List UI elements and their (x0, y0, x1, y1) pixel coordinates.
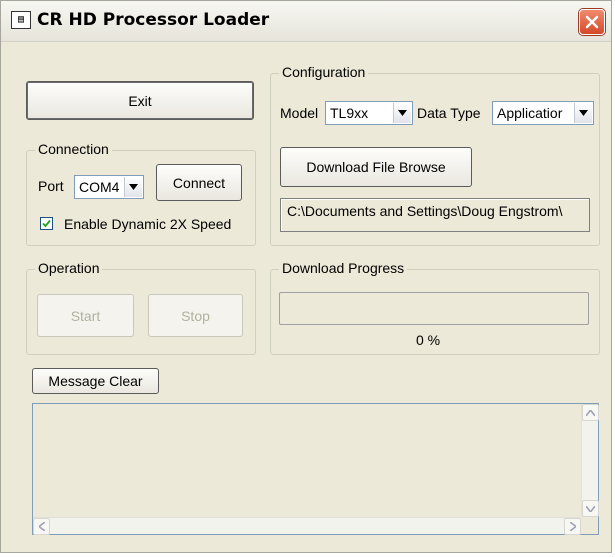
scroll-up-button[interactable] (582, 404, 599, 421)
exit-button[interactable]: Exit (26, 81, 254, 120)
close-button[interactable] (579, 9, 605, 35)
checkmark-icon (42, 219, 51, 228)
data-type-label: Data Type (417, 105, 481, 121)
download-progress-legend: Download Progress (279, 260, 408, 276)
message-clear-button[interactable]: Message Clear (32, 368, 159, 394)
horizontal-scrollbar[interactable] (33, 517, 581, 535)
model-label: Model (280, 105, 319, 121)
chevron-down-icon[interactable] (124, 177, 142, 197)
stop-button[interactable]: Stop (148, 294, 243, 337)
data-type-value: Applicatior (497, 105, 563, 121)
configuration-group: Configuration Model TL9xx Data Type Appl… (270, 64, 600, 246)
start-button[interactable]: Start (37, 294, 134, 337)
chevron-left-icon (38, 522, 45, 531)
scroll-right-button[interactable] (564, 518, 581, 535)
download-progress-bar (279, 292, 589, 325)
operation-group: Operation Start Stop (26, 260, 256, 355)
app-window: ▤ CR HD Processor Loader Exit Connection… (0, 0, 612, 553)
chevron-down-icon[interactable] (574, 103, 592, 123)
chevron-down-icon[interactable] (393, 103, 411, 123)
message-log[interactable] (32, 403, 599, 535)
close-icon (585, 15, 599, 29)
vertical-scrollbar[interactable] (581, 404, 599, 517)
model-select[interactable]: TL9xx (325, 101, 413, 125)
download-browse-button[interactable]: Download File Browse (280, 147, 472, 187)
chevron-down-icon (586, 505, 595, 512)
file-path-field[interactable]: C:\Documents and Settings\Doug Engstrom\ (280, 198, 590, 232)
dynamic-speed-checkbox[interactable] (40, 217, 53, 230)
operation-legend: Operation (35, 260, 103, 276)
download-progress-group: Download Progress 0 % (270, 260, 600, 355)
scroll-down-button[interactable] (582, 500, 599, 517)
progress-percent-text: 0 % (416, 332, 441, 348)
scroll-left-button[interactable] (33, 518, 50, 535)
dynamic-speed-label: Enable Dynamic 2X Speed (64, 216, 232, 232)
title-bar[interactable]: ▤ CR HD Processor Loader (1, 1, 611, 42)
model-value: TL9xx (330, 105, 369, 121)
connect-button[interactable]: Connect (156, 164, 242, 201)
port-value: COM4 (79, 179, 120, 195)
port-label: Port (38, 178, 64, 194)
chevron-right-icon (569, 522, 576, 531)
connection-group: Connection Port COM4 Connect Enable Dyna… (26, 141, 256, 246)
chevron-up-icon (586, 409, 595, 416)
port-select[interactable]: COM4 (74, 175, 144, 199)
data-type-select[interactable]: Applicatior (492, 101, 594, 125)
configuration-legend: Configuration (279, 64, 369, 80)
loader-app-icon: ▤ (11, 11, 31, 29)
connection-legend: Connection (35, 141, 112, 157)
window-title: CR HD Processor Loader (37, 10, 270, 30)
scrollbar-corner (581, 517, 598, 534)
